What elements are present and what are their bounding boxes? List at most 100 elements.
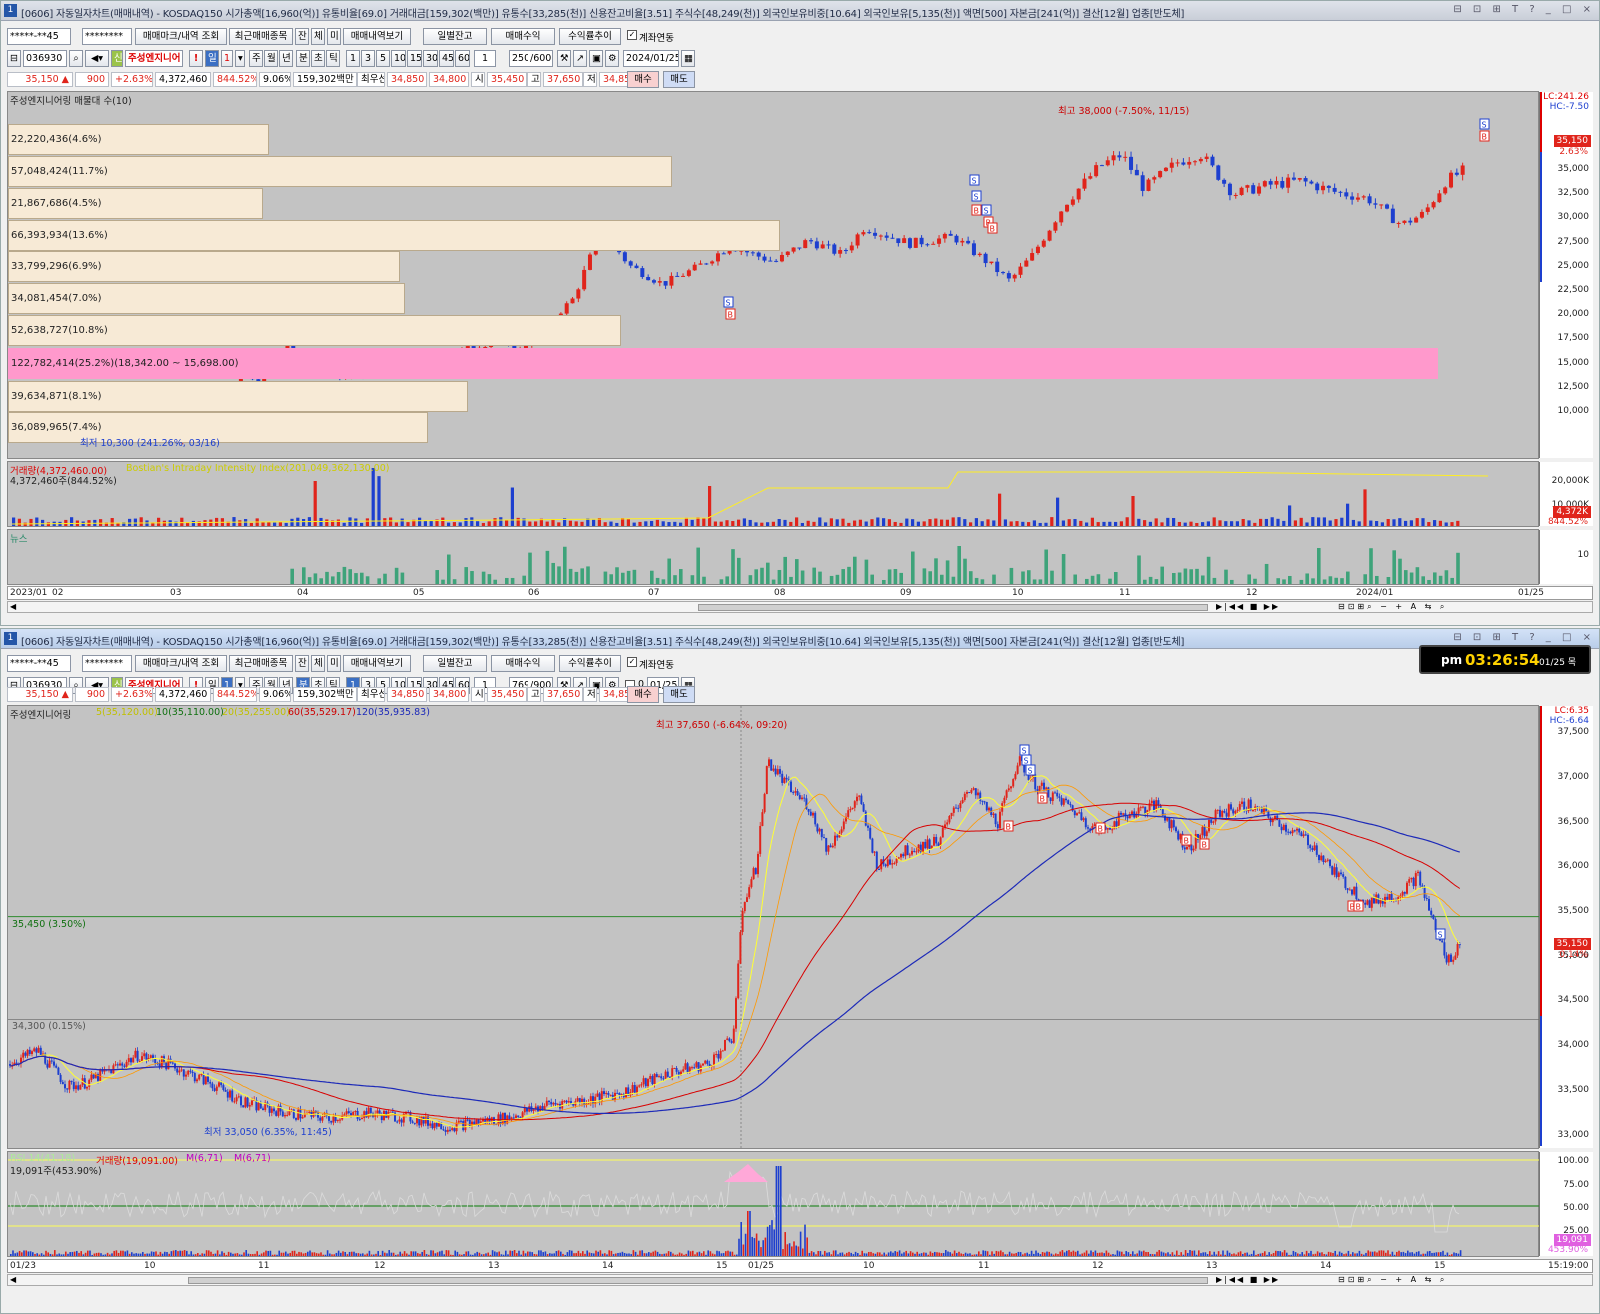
interval-5-button[interactable]: 5 — [376, 50, 390, 67]
scroll-left-icon[interactable]: ◀ — [10, 1275, 16, 1284]
sell-button[interactable]: 매도 — [663, 71, 695, 88]
scroll-thumb[interactable] — [188, 1277, 1208, 1284]
interval-10-button[interactable]: 10 — [391, 50, 406, 67]
candle-body — [1018, 756, 1021, 766]
interval-3-button[interactable]: 3 — [361, 50, 375, 67]
interval-60-button[interactable]: 60 — [455, 50, 470, 67]
chart-scrollbar[interactable]: ◀ ▶|◀◀ ■ ▶▶ ⊟⊡⊞⌕ − + A ⇆ ⌕ — [7, 601, 1593, 613]
volume-bar — [839, 1252, 841, 1256]
volume-bar — [400, 518, 404, 526]
recent-trades-button[interactable]: 최근매매종목 — [229, 655, 293, 672]
candle-body — [937, 238, 942, 244]
chart-title: 주성엔지니어링 — [10, 710, 72, 721]
stock-code-input[interactable]: 036930 — [23, 50, 67, 67]
trade-history-button[interactable]: 매매내역보기 — [343, 28, 411, 45]
candle-body — [774, 260, 779, 262]
recent-trades-button[interactable]: 최근매매종목 — [229, 28, 293, 45]
trade-profit-button[interactable]: 매매수익 — [491, 28, 555, 45]
save-icon[interactable]: ▣ — [589, 50, 603, 67]
volume-bar — [1204, 1252, 1207, 1256]
search-icon[interactable]: ⌕ — [69, 50, 83, 67]
volume-bar — [766, 1226, 769, 1256]
candle-body — [1379, 204, 1384, 206]
period-day-button[interactable]: 일 — [205, 50, 219, 67]
indicator-icon[interactable]: ↗ — [573, 50, 587, 67]
return-trend-button[interactable]: 수익률추이 — [559, 655, 621, 672]
interval-select[interactable]: 1 — [474, 50, 496, 67]
period-month-button[interactable]: 월 — [264, 50, 278, 67]
return-trend-button[interactable]: 수익률추이 — [559, 28, 621, 45]
period-second-button[interactable]: 초 — [311, 50, 325, 67]
volume-bar — [592, 519, 596, 526]
date-input[interactable]: 2024/01/25 — [623, 50, 679, 67]
scroll-left-icon[interactable]: ◀ — [10, 602, 16, 611]
window-controls[interactable]: ⊟ ⊡ ⊞ T ? _ □ × — [1453, 632, 1595, 643]
sell-button[interactable]: 매도 — [663, 686, 695, 703]
chart-scrollbar[interactable]: ◀ ▶|◀◀ ■ ▶▶ ⊟⊡⊞⌕ − + A ⇆ ⌕ — [7, 1274, 1593, 1286]
buy-button[interactable]: 매수 — [627, 71, 659, 88]
candle-body — [801, 797, 803, 800]
chevron-down-icon[interactable]: ▾ — [235, 50, 245, 67]
daily-price-chart[interactable]: SBSSBSBBSB 22,220,436(4.6%)57,048,424(11… — [7, 91, 1593, 459]
volume-bar — [874, 1253, 877, 1256]
calendar-icon[interactable]: ▦ — [681, 50, 695, 67]
playback-controls-icon[interactable]: ▶|◀◀ ■ ▶▶ — [1216, 1275, 1280, 1284]
window-controls[interactable]: ⊟ ⊡ ⊞ T ? _ □ × — [1453, 4, 1595, 15]
gear-icon[interactable]: ⚙ — [605, 50, 619, 67]
minute-price-chart[interactable]: SSSBBBBBBBS 주성엔지니어링 5(35,120.00) 10(35,1… — [7, 705, 1593, 1149]
lock-icon[interactable]: ⊟ — [7, 50, 21, 67]
volume-bar — [986, 519, 990, 526]
chart-zoom-icons[interactable]: ⊟⊡⊞⌕ − + A ⇆ ⌕ — [1338, 1275, 1447, 1285]
stock-name-field[interactable]: 주성엔지니어 — [125, 50, 183, 67]
scroll-thumb[interactable] — [698, 604, 1208, 611]
speaker-icon[interactable]: ◀▾ — [85, 50, 109, 67]
candle-body — [116, 1064, 119, 1066]
account-select[interactable]: *****-**45 — [7, 655, 71, 672]
trade-profit-button[interactable]: 매매수익 — [491, 655, 555, 672]
balance-button[interactable]: 잔 — [295, 28, 309, 45]
volume-bar — [975, 1254, 978, 1256]
volume-bar — [958, 1251, 960, 1256]
chart-zoom-icons[interactable]: ⊟⊡⊞⌕ − + A ⇆ ⌕ — [1338, 602, 1447, 612]
period-minute-button[interactable]: 분 — [296, 50, 310, 67]
account-link-checkbox[interactable]: ✓ — [627, 657, 637, 667]
unfilled-button[interactable]: 미 — [327, 28, 341, 45]
account-link-checkbox[interactable]: ✓ — [627, 30, 637, 40]
volume-bar — [1222, 1250, 1224, 1256]
unfilled-button[interactable]: 미 — [327, 655, 341, 672]
period-year-button[interactable]: 년 — [279, 50, 293, 67]
price-axis[interactable]: LC:6.35 HC:-6.64 37,500 37,000 36,500 36,00… — [1539, 706, 1593, 1148]
alert-button[interactable]: ! — [189, 50, 203, 67]
interval-1-button[interactable]: 1 — [346, 50, 360, 67]
account-select[interactable]: *****-**45 — [7, 28, 71, 45]
daily-balance-button[interactable]: 일별잔고 — [423, 28, 487, 45]
trade-mark-lookup-button[interactable]: 매매마크/내역 조회 — [135, 655, 227, 672]
period-tick-button[interactable]: 틱 — [326, 50, 340, 67]
trade-mark-lookup-button[interactable]: 매매마크/내역 조회 — [135, 28, 227, 45]
volume-pane[interactable]: 거래량(4,372,460.00) Bostian's Intraday Int… — [7, 461, 1593, 527]
price-axis[interactable]: LC:241.26 HC:-7.50 35,000 32,500 30,000 27,… — [1539, 92, 1593, 458]
volume-bar — [1015, 1253, 1017, 1256]
candle-body — [948, 233, 953, 236]
interval-45-button[interactable]: 45 — [439, 50, 454, 67]
rsi-volume-pane[interactable]: RSI 14(41.18) 거래량(19,091.00) M(6,71) M(6… — [7, 1151, 1593, 1257]
display-count-input[interactable]: 250 — [509, 50, 529, 67]
period-multiplier[interactable]: 1 — [221, 50, 233, 67]
chart-tools-icon[interactable]: ⚒ — [557, 50, 571, 67]
playback-controls-icon[interactable]: ▶|◀◀ ■ ▶▶ — [1216, 602, 1280, 611]
filled-button[interactable]: 체 — [311, 28, 325, 45]
volume-bar — [1299, 517, 1303, 526]
candle-body — [182, 1069, 185, 1077]
password-field[interactable]: ******** — [82, 28, 132, 45]
buy-button[interactable]: 매수 — [627, 686, 659, 703]
interval-30-button[interactable]: 30 — [423, 50, 438, 67]
trade-history-button[interactable]: 매매내역보기 — [343, 655, 411, 672]
period-week-button[interactable]: 주 — [249, 50, 263, 67]
password-field[interactable]: ******** — [82, 655, 132, 672]
news-pane[interactable]: 뉴스 10 — [7, 529, 1593, 585]
candle-body — [1053, 222, 1058, 231]
daily-balance-button[interactable]: 일별잔고 — [423, 655, 487, 672]
interval-15-button[interactable]: 15 — [407, 50, 422, 67]
filled-button[interactable]: 체 — [311, 655, 325, 672]
balance-button[interactable]: 잔 — [295, 655, 309, 672]
